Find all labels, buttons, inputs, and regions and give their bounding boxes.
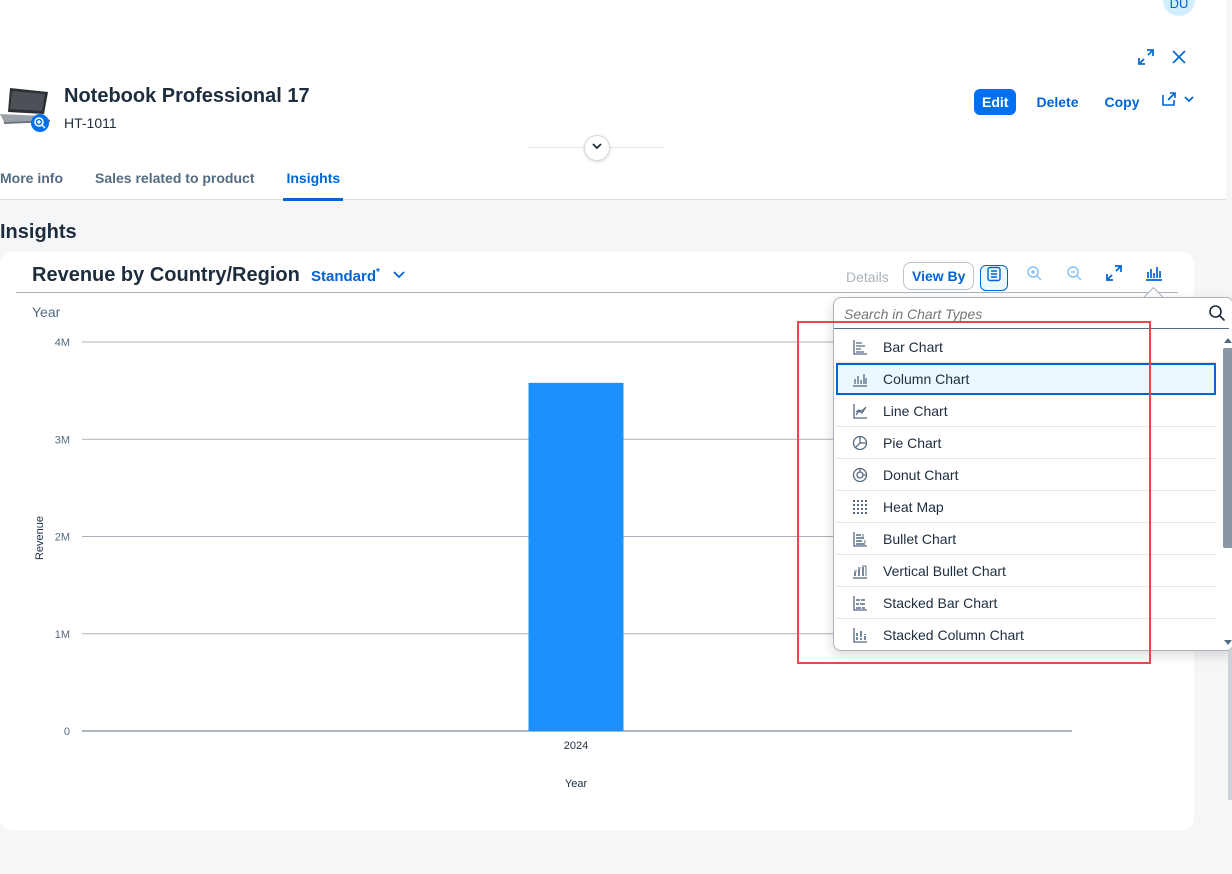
table-view-icon	[987, 266, 1001, 282]
variant-modified-marker: *	[376, 267, 380, 278]
collapse-header-button[interactable]	[584, 135, 610, 161]
tab-more-info[interactable]: More info	[0, 170, 63, 198]
variant-name: Standard	[311, 268, 377, 285]
y-tick-label: 0	[64, 726, 70, 738]
x-tick-label: 2024	[564, 740, 588, 752]
highlight-annotation-box	[797, 321, 1151, 664]
bar-2024[interactable]	[528, 382, 624, 731]
zoom-out-icon	[1067, 266, 1082, 281]
tab-sales-related[interactable]: Sales related to product	[95, 170, 254, 198]
zoom-image-icon[interactable]	[31, 114, 49, 132]
y-tick-label: 3M	[55, 434, 70, 446]
variant-selector[interactable]: Standard*	[311, 267, 406, 285]
share-menu-button[interactable]	[1155, 89, 1203, 115]
chart-title: Revenue by Country/Region	[32, 264, 300, 286]
scroll-up-icon[interactable]	[1223, 336, 1232, 344]
y-tick-label: 4M	[55, 337, 70, 349]
chart-top-axis-label: Year	[32, 304, 61, 320]
chart-fullscreen-button[interactable]	[1101, 265, 1127, 289]
page-title: Notebook Professional 17	[64, 85, 310, 107]
fullscreen-icon[interactable]	[1137, 48, 1155, 69]
details-button[interactable]: Details	[846, 269, 889, 285]
zoom-in-button[interactable]	[1021, 265, 1047, 289]
zoom-out-button[interactable]	[1061, 265, 1087, 289]
tab-insights[interactable]: Insights	[283, 170, 344, 201]
header-actions: Edit Delete Copy	[974, 89, 1203, 115]
chevron-down-icon	[592, 143, 602, 150]
column-chart-icon	[1146, 267, 1162, 281]
copy-button[interactable]: Copy	[1094, 89, 1149, 115]
scroll-thumb[interactable]	[1223, 348, 1232, 548]
fullscreen-icon	[1106, 265, 1122, 281]
chart-type-button[interactable]	[1141, 265, 1167, 289]
page-subtitle: HT-1011	[64, 115, 117, 131]
popover-scrollbar[interactable]	[1222, 336, 1232, 647]
search-icon[interactable]	[1207, 303, 1227, 323]
close-icon[interactable]	[1170, 48, 1188, 69]
tab-bar: More info Sales related to product Insig…	[0, 170, 375, 201]
product-image[interactable]	[0, 84, 52, 134]
delete-button[interactable]: Delete	[1026, 89, 1088, 115]
scroll-down-icon[interactable]	[1223, 639, 1232, 647]
y-axis-title: Revenue	[34, 516, 46, 560]
share-icon	[1162, 92, 1195, 106]
toolbar-divider	[16, 292, 1178, 293]
page-scrollbar[interactable]	[1228, 650, 1232, 800]
x-axis-title: Year	[565, 778, 588, 790]
chart-type-search-input[interactable]	[844, 306, 1194, 322]
y-tick-label: 1M	[55, 629, 70, 641]
y-tick-label: 2M	[55, 532, 70, 544]
section-title: Insights	[0, 221, 77, 243]
zoom-in-icon	[1027, 266, 1042, 281]
chevron-down-icon	[393, 271, 405, 279]
edit-button[interactable]: Edit	[974, 89, 1017, 115]
toggle-table-view-button[interactable]	[980, 265, 1008, 291]
view-by-button[interactable]: View By	[903, 262, 975, 290]
